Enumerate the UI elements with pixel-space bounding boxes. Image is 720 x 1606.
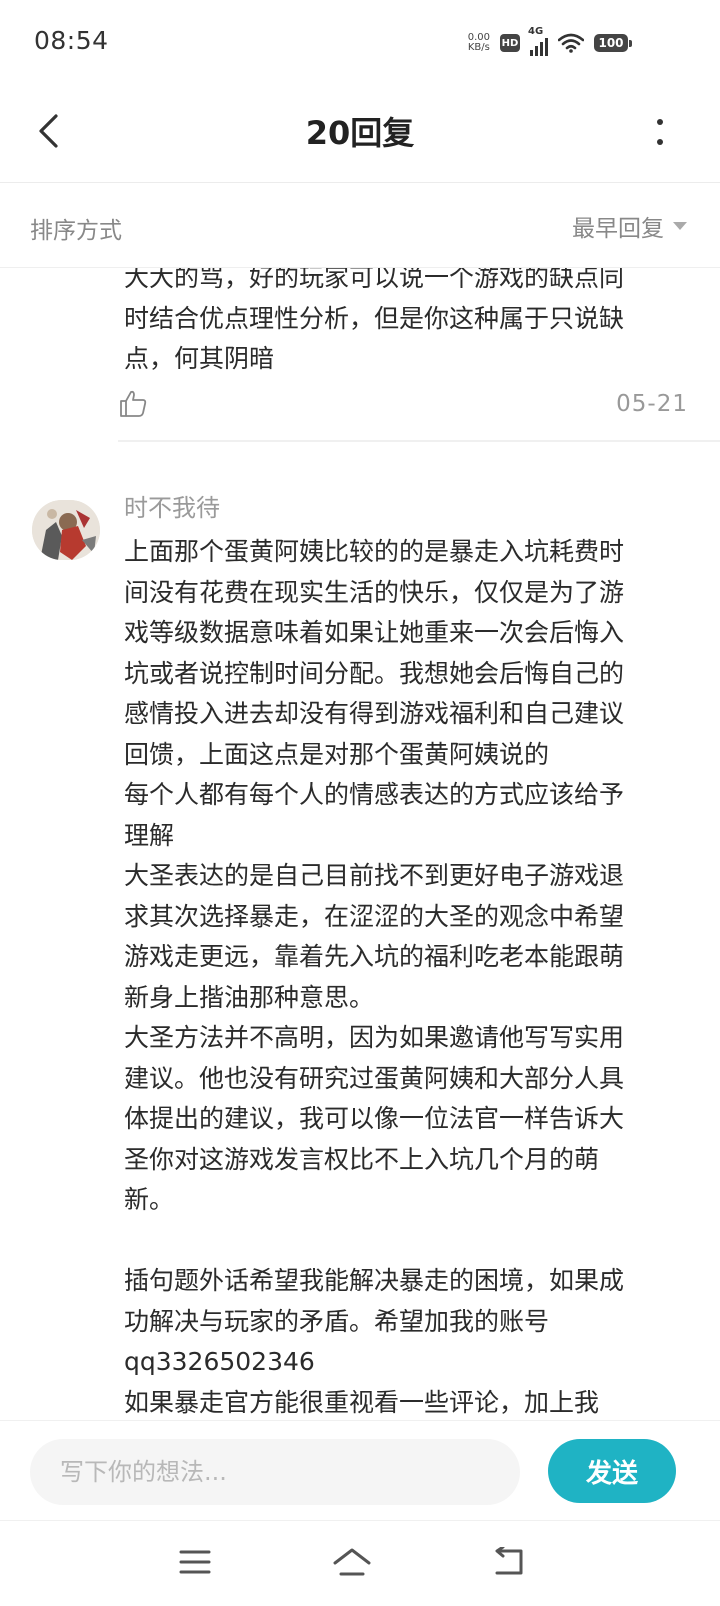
net-speed: 0.00 KB/s (468, 33, 490, 53)
previous-comment-meta: 05-21 (118, 384, 688, 424)
signal-icon: 4G (528, 26, 548, 56)
previous-comment-text: 大大的骂，好的玩家可以说一个游戏的缺点同 时结合优点理性分析，但是你这种属于只说… (124, 268, 625, 373)
sort-bar: 排序方式 最早回复 (0, 183, 720, 268)
previous-comment: 大大的骂，好的玩家可以说一个游戏的缺点同 时结合优点理性分析，但是你这种属于只说… (124, 268, 694, 380)
avatar[interactable] (32, 500, 100, 560)
signal-bar (530, 50, 533, 56)
avatar-image (32, 500, 100, 560)
back-nav-button[interactable] (480, 1537, 536, 1587)
signal-bar (545, 38, 548, 56)
comment-body: 上面那个蛋黄阿姨比较的的是暴走入坑耗费时 间没有花费在现实生活的快乐，仅仅是为了… (124, 532, 684, 1420)
signal-bar (535, 46, 538, 56)
more-vertical-icon (657, 119, 663, 145)
network-type: 4G (528, 26, 544, 37)
signal-bar (540, 42, 543, 56)
comment-date: 05-21 (616, 391, 688, 417)
comment-list[interactable]: 大大的骂，好的玩家可以说一个游戏的缺点同 时结合优点理性分析，但是你这种属于只说… (0, 268, 720, 1420)
home-button[interactable] (324, 1537, 380, 1587)
menu-button[interactable] (167, 1537, 223, 1587)
send-button[interactable]: 发送 (548, 1439, 676, 1503)
home-icon (333, 1548, 371, 1576)
menu-icon (179, 1550, 211, 1574)
battery-icon: 100 (594, 34, 632, 52)
comment-input[interactable] (30, 1439, 520, 1505)
reply-input-bar: 发送 (0, 1420, 720, 1521)
caret-down-icon (673, 222, 687, 230)
like-button[interactable] (118, 389, 148, 419)
status-icons: 0.00 KB/s HD 4G 100 (468, 26, 632, 58)
back-icon (495, 1547, 523, 1575)
system-nav-bar (0, 1520, 720, 1606)
sort-label: 排序方式 (30, 218, 122, 244)
status-bar: 08:54 0.00 KB/s HD 4G 100 (0, 0, 720, 86)
comment-text: 上面那个蛋黄阿姨比较的的是暴走入坑耗费时 间没有花费在现实生活的快乐，仅仅是为了… (124, 537, 625, 1417)
thumbs-up-icon (120, 390, 147, 417)
header: 20回复 (0, 86, 720, 183)
hd-icon: HD (500, 34, 520, 52)
username[interactable]: 时不我待 (124, 488, 220, 523)
status-time: 08:54 (34, 26, 109, 55)
comment-divider (118, 440, 720, 442)
page-title: 20回复 (305, 114, 415, 152)
sort-dropdown[interactable]: 最早回复 (572, 209, 688, 243)
sort-value: 最早回复 (572, 216, 664, 242)
wifi-icon (558, 33, 584, 53)
more-options-button[interactable] (640, 110, 680, 154)
net-speed-unit: KB/s (467, 42, 490, 53)
